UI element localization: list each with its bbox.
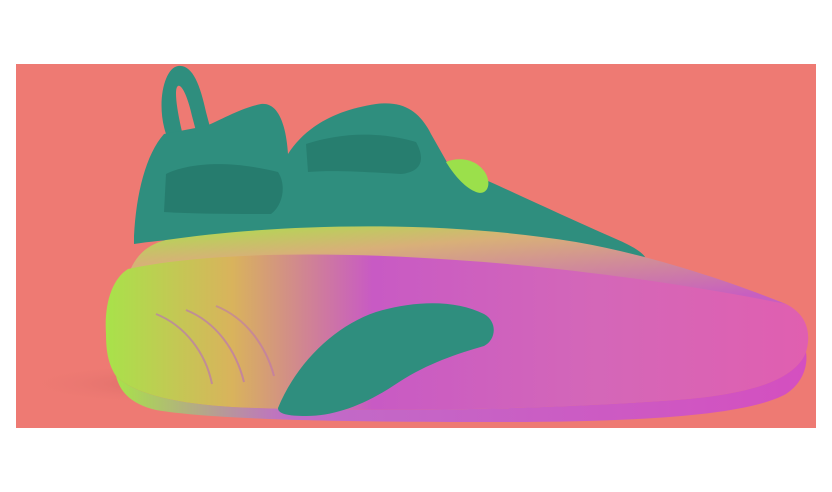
product-photo <box>16 64 816 428</box>
collar-shading <box>164 164 283 214</box>
tongue-shading <box>306 134 421 174</box>
sneaker-image <box>16 64 816 428</box>
